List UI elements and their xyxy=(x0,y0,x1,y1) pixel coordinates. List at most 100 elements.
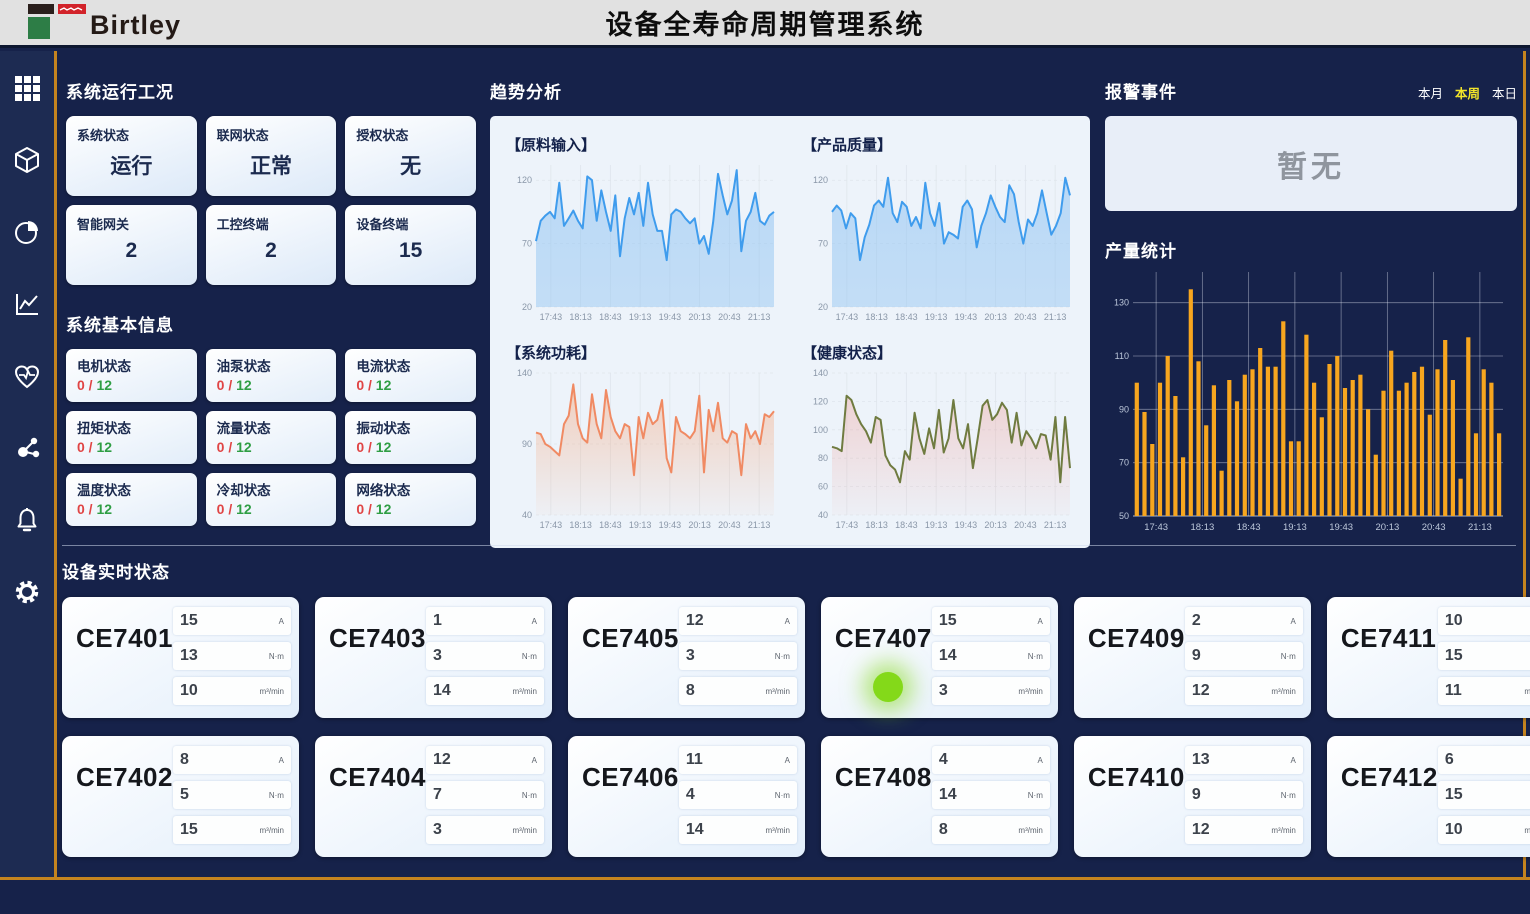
run-status-card: 授权状态无 xyxy=(345,116,476,196)
sidebar-item-settings[interactable] xyxy=(12,577,42,607)
device-card-CE7401[interactable]: CE740115A13N·m10m³/min xyxy=(62,597,299,718)
device-metric-row: 15A xyxy=(932,607,1050,635)
svg-text:50: 50 xyxy=(1119,511,1129,521)
device-metric-row: 15m³/min xyxy=(173,816,291,844)
device-metric-row: 11m³/min xyxy=(1438,677,1530,705)
basic-info-label: 振动状态 xyxy=(356,417,465,437)
metric-unit: N·m xyxy=(1281,652,1296,661)
sidebar-item-trend[interactable] xyxy=(12,289,42,319)
device-metric-row: 12m³/min xyxy=(1185,816,1303,844)
metric-unit: A xyxy=(1038,756,1043,765)
sidebar-item-3d-model[interactable] xyxy=(12,145,42,175)
device-metric-row: 3m³/min xyxy=(932,677,1050,705)
total-count: 12 xyxy=(376,439,392,455)
basic-info-value: 0 / 12 xyxy=(217,501,326,517)
svg-text:17:43: 17:43 xyxy=(836,520,859,530)
device-card-CE7408[interactable]: CE74084A14N·m8m³/min xyxy=(821,736,1058,857)
svg-text:20:43: 20:43 xyxy=(1014,312,1037,322)
device-metric-row: 10m³/min xyxy=(1438,816,1530,844)
device-name: CE7402 xyxy=(76,762,173,847)
svg-text:21:13: 21:13 xyxy=(1044,312,1067,322)
svg-text:20:13: 20:13 xyxy=(984,312,1007,322)
total-count: 12 xyxy=(96,501,112,517)
basic-info-card: 扭矩状态0 / 12 xyxy=(66,411,197,464)
svg-text:20:13: 20:13 xyxy=(1375,522,1399,533)
sidebar-item-apps[interactable] xyxy=(12,73,42,103)
metric-value: 8 xyxy=(939,821,948,839)
device-metrics: 4A14N·m8m³/min xyxy=(932,746,1050,847)
device-card-CE7405[interactable]: CE740512A3N·m8m³/min xyxy=(568,597,805,718)
device-card-CE7409[interactable]: CE74092A9N·m12m³/min xyxy=(1074,597,1311,718)
sidebar-item-pie-report[interactable] xyxy=(12,217,42,247)
device-metric-row: 14m³/min xyxy=(426,677,544,705)
svg-text:21:13: 21:13 xyxy=(1044,520,1067,530)
production-title: 产量统计 xyxy=(1105,237,1517,262)
sidebar-item-alerts[interactable] xyxy=(12,505,42,535)
device-metric-row: 3m³/min xyxy=(426,816,544,844)
device-card-CE7403[interactable]: CE74031A3N·m14m³/min xyxy=(315,597,552,718)
svg-text:80: 80 xyxy=(818,453,828,463)
device-card-CE7407[interactable]: CE740715A14N·m3m³/min xyxy=(821,597,1058,718)
device-card-CE7412[interactable]: CE74126A15N·m10m³/min xyxy=(1327,736,1530,857)
svg-text:18:43: 18:43 xyxy=(599,520,622,530)
page-title: 设备全寿命周期管理系统 xyxy=(0,3,1530,42)
basic-info-value: 0 / 12 xyxy=(77,377,186,393)
device-name: CE7409 xyxy=(1088,623,1185,708)
svg-text:17:43: 17:43 xyxy=(836,312,859,322)
svg-text:70: 70 xyxy=(522,239,532,249)
device-metric-row: 8m³/min xyxy=(932,816,1050,844)
device-metrics: 6A15N·m10m³/min xyxy=(1438,746,1530,847)
alarm-tab-本月[interactable]: 本月 xyxy=(1418,83,1443,102)
trend-title: 趋势分析 xyxy=(490,78,1090,103)
basic-info-card: 振动状态 0 / 12 xyxy=(345,411,476,464)
device-name: CE7403 xyxy=(329,623,426,708)
metric-unit: A xyxy=(532,756,537,765)
device-metric-row: 15N·m xyxy=(1438,781,1530,809)
metric-value: 11 xyxy=(686,751,703,769)
metric-value: 14 xyxy=(433,682,451,700)
svg-text:20:13: 20:13 xyxy=(688,520,711,530)
svg-text:70: 70 xyxy=(818,239,828,249)
svg-text:20:13: 20:13 xyxy=(984,520,1007,530)
total-count: 12 xyxy=(236,439,252,455)
device-card-CE7411[interactable]: CE741110A15N·m11m³/min xyxy=(1327,597,1530,718)
metric-unit: A xyxy=(1291,756,1296,765)
device-metric-row: 5N·m xyxy=(173,781,291,809)
basic-info-label: 网络状态 xyxy=(356,479,465,499)
alarm-count: 0 / xyxy=(356,439,375,455)
metric-unit: N·m xyxy=(522,652,537,661)
device-card-CE7404[interactable]: CE740412A7N·m3m³/min xyxy=(315,736,552,857)
grid-icon xyxy=(13,74,41,102)
alarm-tab-本周[interactable]: 本周 xyxy=(1455,83,1480,102)
svg-text:18:43: 18:43 xyxy=(1237,522,1261,533)
device-card-CE7410[interactable]: CE741013A9N·m12m³/min xyxy=(1074,736,1311,857)
device-metric-row: 3N·m xyxy=(426,642,544,670)
alarm-count: 0 / xyxy=(217,439,236,455)
device-card-CE7402[interactable]: CE74028A5N·m15m³/min xyxy=(62,736,299,857)
device-metrics: 15A13N·m10m³/min xyxy=(173,607,291,708)
bell-icon xyxy=(13,506,41,534)
metric-value: 14 xyxy=(686,821,704,839)
svg-text:19:13: 19:13 xyxy=(925,312,948,322)
svg-text:20:43: 20:43 xyxy=(718,520,741,530)
total-count: 12 xyxy=(236,501,252,517)
pie-chart-icon xyxy=(13,218,41,246)
sidebar-item-health[interactable] xyxy=(12,361,42,391)
device-metrics: 2A9N·m12m³/min xyxy=(1185,607,1303,708)
device-card-CE7406[interactable]: CE740611A4N·m14m³/min xyxy=(568,736,805,857)
svg-text:110: 110 xyxy=(1115,351,1129,361)
basic-info-card: 温度状态0 / 12 xyxy=(66,473,197,526)
metric-value: 15 xyxy=(1445,647,1463,665)
run-status-label: 联网状态 xyxy=(217,125,326,144)
run-status-value: 2 xyxy=(217,239,326,263)
device-status-indicator xyxy=(873,672,903,702)
sidebar-item-topology[interactable] xyxy=(12,433,42,463)
metric-value: 11 xyxy=(1445,682,1462,700)
metric-unit: N·m xyxy=(775,652,790,661)
device-name: CE7405 xyxy=(582,623,679,708)
alarm-tab-本日[interactable]: 本日 xyxy=(1492,83,1517,102)
svg-text:19:43: 19:43 xyxy=(1329,522,1353,533)
device-metric-row: 10m³/min xyxy=(173,677,291,705)
svg-text:19:43: 19:43 xyxy=(659,520,682,530)
basic-info-label: 扭矩状态 xyxy=(77,417,186,437)
